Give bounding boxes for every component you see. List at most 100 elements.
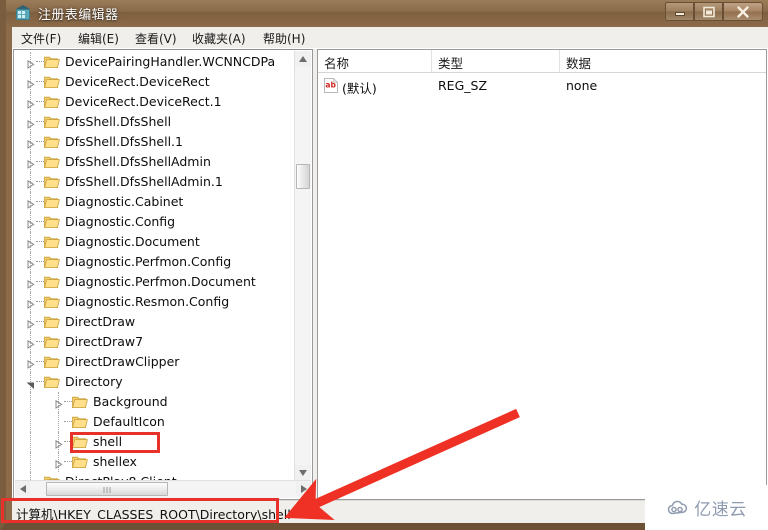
folder-icon — [44, 135, 60, 149]
tree-item-label: DirectDraw — [65, 314, 136, 329]
watermark: 亿速云 — [645, 485, 768, 530]
tree-connector — [36, 141, 44, 143]
column-label: 数据 — [566, 56, 592, 71]
tree-item-background[interactable]: Background — [14, 392, 297, 412]
scroll-up-button[interactable] — [295, 51, 311, 67]
folder-icon — [72, 435, 88, 449]
tree-horizontal-scrollbar[interactable] — [15, 480, 311, 498]
tree-expander-collapsed-icon[interactable] — [26, 338, 35, 349]
tree-vertical-scrollbar[interactable] — [294, 51, 311, 481]
tree-item-label: Diagnostic.Perfmon.Document — [65, 274, 256, 289]
tree-item-label: Diagnostic.Resmon.Config — [65, 294, 230, 309]
tree-expander-collapsed-icon[interactable] — [26, 218, 35, 229]
tree-item-devicerect-devicerect-1[interactable]: DeviceRect.DeviceRect.1 — [14, 92, 297, 112]
tree-item-diagnostic-perfmon-document[interactable]: Diagnostic.Perfmon.Document — [14, 272, 297, 292]
tree-item-dfsshell-dfsshell-1[interactable]: DfsShell.DfsShell.1 — [14, 132, 297, 152]
menu-help[interactable]: 帮助(H) — [260, 30, 308, 46]
folder-icon — [44, 55, 60, 69]
tree-item-dfsshell-dfsshelladmin-1[interactable]: DfsShell.DfsShellAdmin.1 — [14, 172, 297, 192]
tree-hscrollbar-thumb[interactable] — [46, 482, 168, 496]
tree-expander-collapsed-icon[interactable] — [26, 158, 35, 169]
tree-item-devicepairinghandler-wcnncdpa[interactable]: DevicePairingHandler.WCNNCDPa — [14, 52, 297, 72]
tree-item-label: DfsShell.DfsShell.1 — [65, 134, 183, 149]
column-header-data[interactable]: 数据 — [560, 50, 766, 72]
tree-item-label: DefaultIcon — [93, 414, 165, 429]
tree-item-label: Diagnostic.Document — [65, 234, 200, 249]
table-row[interactable]: ab (默认) REG_SZ none — [318, 76, 766, 96]
tree-item-label: DirectDrawClipper — [65, 354, 180, 369]
tree-expander-collapsed-icon[interactable] — [26, 358, 35, 369]
tree-expander-collapsed-icon[interactable] — [54, 438, 63, 449]
column-header-name[interactable]: 名称 — [318, 50, 432, 72]
tree-expander-collapsed-icon[interactable] — [26, 198, 35, 209]
tree-expander-collapsed-icon[interactable] — [26, 278, 35, 289]
folder-icon — [44, 115, 60, 129]
tree-item-diagnostic-perfmon-config[interactable]: Diagnostic.Perfmon.Config — [14, 252, 297, 272]
tree-item-directdraw[interactable]: DirectDraw — [14, 312, 297, 332]
tree-item-shell[interactable]: shell — [14, 432, 297, 452]
chevron-down-icon — [299, 470, 307, 476]
folder-icon — [44, 375, 60, 389]
chevron-left-icon — [20, 485, 26, 493]
tree-item-diagnostic-resmon-config[interactable]: Diagnostic.Resmon.Config — [14, 292, 297, 312]
tree-item-label: shell — [93, 434, 123, 449]
tree-expander-collapsed-icon[interactable] — [26, 258, 35, 269]
tree-expander-collapsed-icon[interactable] — [26, 78, 35, 89]
tree-item-diagnostic-cabinet[interactable]: Diagnostic.Cabinet — [14, 192, 297, 212]
tree-guide-line — [30, 432, 32, 452]
tree-expander-collapsed-icon[interactable] — [26, 58, 35, 69]
tree-item-directdraw7[interactable]: DirectDraw7 — [14, 332, 297, 352]
tree-scrollbar-thumb[interactable] — [296, 164, 310, 189]
tree-guide-line — [30, 412, 32, 432]
tree-item-devicerect-devicerect[interactable]: DeviceRect.DeviceRect — [14, 72, 297, 92]
registry-tree-pane[interactable]: DevicePairingHandler.WCNNCDPa DeviceRect.… — [13, 49, 313, 500]
tree-expander-collapsed-icon[interactable] — [26, 298, 35, 309]
tree-connector — [36, 101, 44, 103]
tree-expander-collapsed-icon[interactable] — [26, 238, 35, 249]
scroll-down-button[interactable] — [295, 465, 311, 481]
tree-expander-expanded-icon[interactable] — [26, 378, 35, 389]
tree-expander-collapsed-icon[interactable] — [54, 398, 63, 409]
tree-expander-collapsed-icon[interactable] — [26, 98, 35, 109]
tree-item-shellex[interactable]: shellex — [14, 452, 297, 472]
tree-item-dfsshell-dfsshell[interactable]: DfsShell.DfsShell — [14, 112, 297, 132]
tree-item-diagnostic-config[interactable]: Diagnostic.Config — [14, 212, 297, 232]
scroll-left-button[interactable] — [15, 481, 30, 496]
tree-connector — [36, 221, 44, 223]
close-icon — [737, 5, 749, 18]
tree-item-dfsshell-dfsshelladmin[interactable]: DfsShell.DfsShellAdmin — [14, 152, 297, 172]
value-name: (默认) — [342, 81, 377, 96]
tree-expander-collapsed-icon[interactable] — [26, 318, 35, 329]
watermark-text: 亿速云 — [694, 500, 747, 520]
folder-icon — [44, 255, 60, 269]
tree-item-diagnostic-document[interactable]: Diagnostic.Document — [14, 232, 297, 252]
tree-expander-collapsed-icon[interactable] — [26, 138, 35, 149]
tree-item-directory[interactable]: Directory — [14, 372, 297, 392]
menu-view[interactable]: 查看(V) — [132, 30, 180, 46]
registry-tree-list[interactable]: DevicePairingHandler.WCNNCDPa DeviceRect.… — [14, 50, 297, 482]
tree-item-label: Diagnostic.Config — [65, 214, 176, 229]
close-button[interactable] — [723, 2, 763, 21]
tree-item-label: Diagnostic.Perfmon.Config — [65, 254, 232, 269]
tree-item-label: DfsShell.DfsShell — [65, 114, 172, 129]
tree-item-defaulticon[interactable]: DefaultIcon — [14, 412, 297, 432]
folder-icon — [44, 75, 60, 89]
chevron-up-icon — [299, 56, 307, 62]
scroll-right-button[interactable] — [296, 481, 311, 496]
menu-favorites[interactable]: 收藏夹(A) — [189, 30, 249, 46]
menu-file[interactable]: 文件(F) — [18, 30, 64, 46]
cloud-logo-icon — [668, 500, 688, 514]
tree-expander-collapsed-icon[interactable] — [26, 178, 35, 189]
registry-values-pane[interactable]: 名称 类型 数据 ab (默认) REG_SZ none — [317, 49, 767, 500]
tree-connector — [64, 461, 72, 463]
tree-expander-collapsed-icon[interactable] — [54, 458, 63, 469]
tree-item-directdrawclipper[interactable]: DirectDrawClipper — [14, 352, 297, 372]
tree-connector — [36, 321, 44, 323]
tree-item-label: Diagnostic.Cabinet — [65, 194, 184, 209]
column-header-type[interactable]: 类型 — [432, 50, 560, 72]
tree-expander-collapsed-icon[interactable] — [26, 118, 35, 129]
maximize-button[interactable] — [694, 2, 723, 21]
tree-connector — [36, 361, 44, 363]
minimize-button[interactable] — [665, 2, 694, 21]
menu-edit[interactable]: 编辑(E) — [75, 30, 122, 46]
